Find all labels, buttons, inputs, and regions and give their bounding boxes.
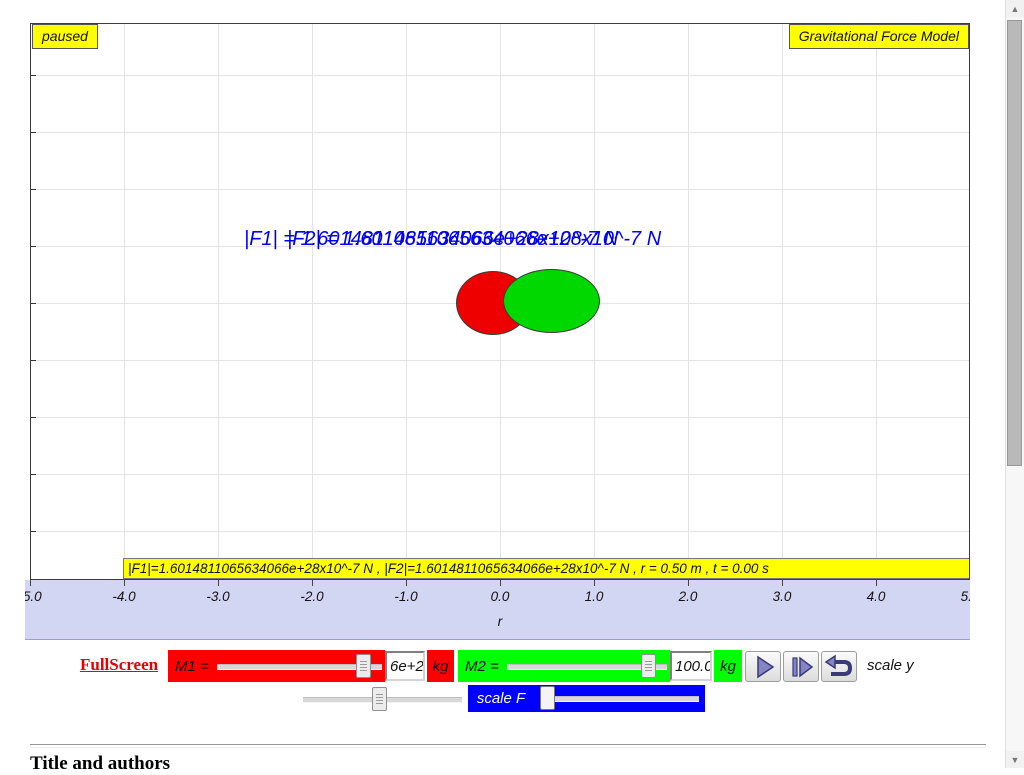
x-axis-panel: r -5.0 -4.0 -3.0 -2.0 -1.0 0.0 1.0 2.0 3.0 4.0 5.0 <box>25 580 970 640</box>
m1-slider-thumb[interactable] <box>356 654 371 678</box>
m1-unit-label: kg <box>427 650 454 682</box>
x-tick-mark <box>312 580 313 586</box>
y-tick-mark <box>31 246 36 247</box>
scale-f-slider-thumb[interactable] <box>540 686 555 710</box>
m1-slider-group: M1 = <box>168 650 385 682</box>
y-tick-mark <box>31 474 36 475</box>
x-tick-mark <box>782 580 783 586</box>
y-tick-mark <box>31 132 36 133</box>
m1-slider[interactable] <box>214 650 385 682</box>
m2-slider-thumb[interactable] <box>641 654 656 678</box>
x-tick-label: 3.0 <box>773 589 792 604</box>
scroll-up-button[interactable]: ▲ <box>1006 0 1024 17</box>
grip-icon <box>376 694 383 705</box>
simulation-applet: paused Gravitational Force Model |F1| = … <box>25 23 970 640</box>
grip-icon <box>645 661 652 672</box>
step-forward-icon <box>786 653 816 681</box>
divider <box>30 744 986 748</box>
x-tick-mark <box>218 580 219 586</box>
m2-label: M2 = <box>458 658 504 675</box>
scrollbar-thumb[interactable] <box>1007 20 1022 466</box>
scale-y-slider-thumb[interactable] <box>372 687 387 711</box>
m2-slider-group: M2 = <box>458 650 670 682</box>
x-tick-mark <box>124 580 125 586</box>
y-tick-mark <box>31 189 36 190</box>
play-icon <box>748 653 778 681</box>
x-tick-label: -5.0 <box>25 589 42 604</box>
x-tick-mark <box>876 580 877 586</box>
m1-value-field[interactable]: 6e+24 <box>385 651 425 681</box>
x-tick-mark <box>688 580 689 586</box>
status-readout-bar: |F1|=1.6014811065634066e+28x10^-7 N , |F… <box>123 558 969 579</box>
m1-label: M1 = <box>168 658 214 675</box>
scale-f-slider[interactable] <box>534 685 705 712</box>
scroll-down-button[interactable]: ▼ <box>1006 751 1024 768</box>
y-tick-mark <box>31 417 36 418</box>
x-tick-label: 0.0 <box>491 589 510 604</box>
force2-value-label: |F2| = 1.6014811065634066e+28x10^-7 N <box>287 228 661 251</box>
reset-icon <box>824 653 854 681</box>
x-tick-mark <box>30 580 31 586</box>
scale-y-slider[interactable] <box>300 686 465 712</box>
x-tick-mark <box>500 580 501 586</box>
step-button[interactable] <box>783 651 819 682</box>
scale-f-label: scale F <box>468 685 534 712</box>
y-tick-mark <box>31 531 36 532</box>
plot-area[interactable]: paused Gravitational Force Model |F1| = … <box>30 23 970 580</box>
m2-slider[interactable] <box>504 650 670 682</box>
grip-icon <box>360 661 367 672</box>
x-axis-title: r <box>498 613 503 629</box>
vertical-scrollbar[interactable]: ▲ ▼ <box>1005 0 1024 768</box>
x-tick-label: -2.0 <box>300 589 323 604</box>
footer-heading: Title and authors <box>30 753 170 775</box>
y-tick-mark <box>31 303 36 304</box>
m2-unit-label: kg <box>714 650 742 682</box>
reset-button[interactable] <box>821 651 857 682</box>
x-tick-mark <box>406 580 407 586</box>
x-tick-label: 2.0 <box>679 589 698 604</box>
scale-f-slider-track <box>542 696 699 702</box>
up-arrow-icon: ▲ <box>1011 4 1020 14</box>
mass2-ellipse[interactable] <box>503 269 600 333</box>
x-tick-mark <box>594 580 595 586</box>
page-title: Gravitational Force Model <box>789 24 969 49</box>
status-badge: paused <box>32 24 98 49</box>
x-tick-label: -4.0 <box>112 589 135 604</box>
x-tick-label: 4.0 <box>867 589 886 604</box>
x-tick-label: 5.0 <box>961 589 970 604</box>
x-tick-label: -1.0 <box>394 589 417 604</box>
y-tick-mark <box>31 75 36 76</box>
x-tick-label: 1.0 <box>585 589 604 604</box>
m2-value-field[interactable]: 100.0 <box>670 651 712 681</box>
x-tick-label: -3.0 <box>206 589 229 604</box>
y-tick-mark <box>31 360 36 361</box>
play-button[interactable] <box>745 651 781 682</box>
down-arrow-icon: ▼ <box>1011 755 1020 765</box>
fullscreen-link[interactable]: FullScreen <box>80 655 158 675</box>
scale-y-label: scale y <box>867 657 914 674</box>
